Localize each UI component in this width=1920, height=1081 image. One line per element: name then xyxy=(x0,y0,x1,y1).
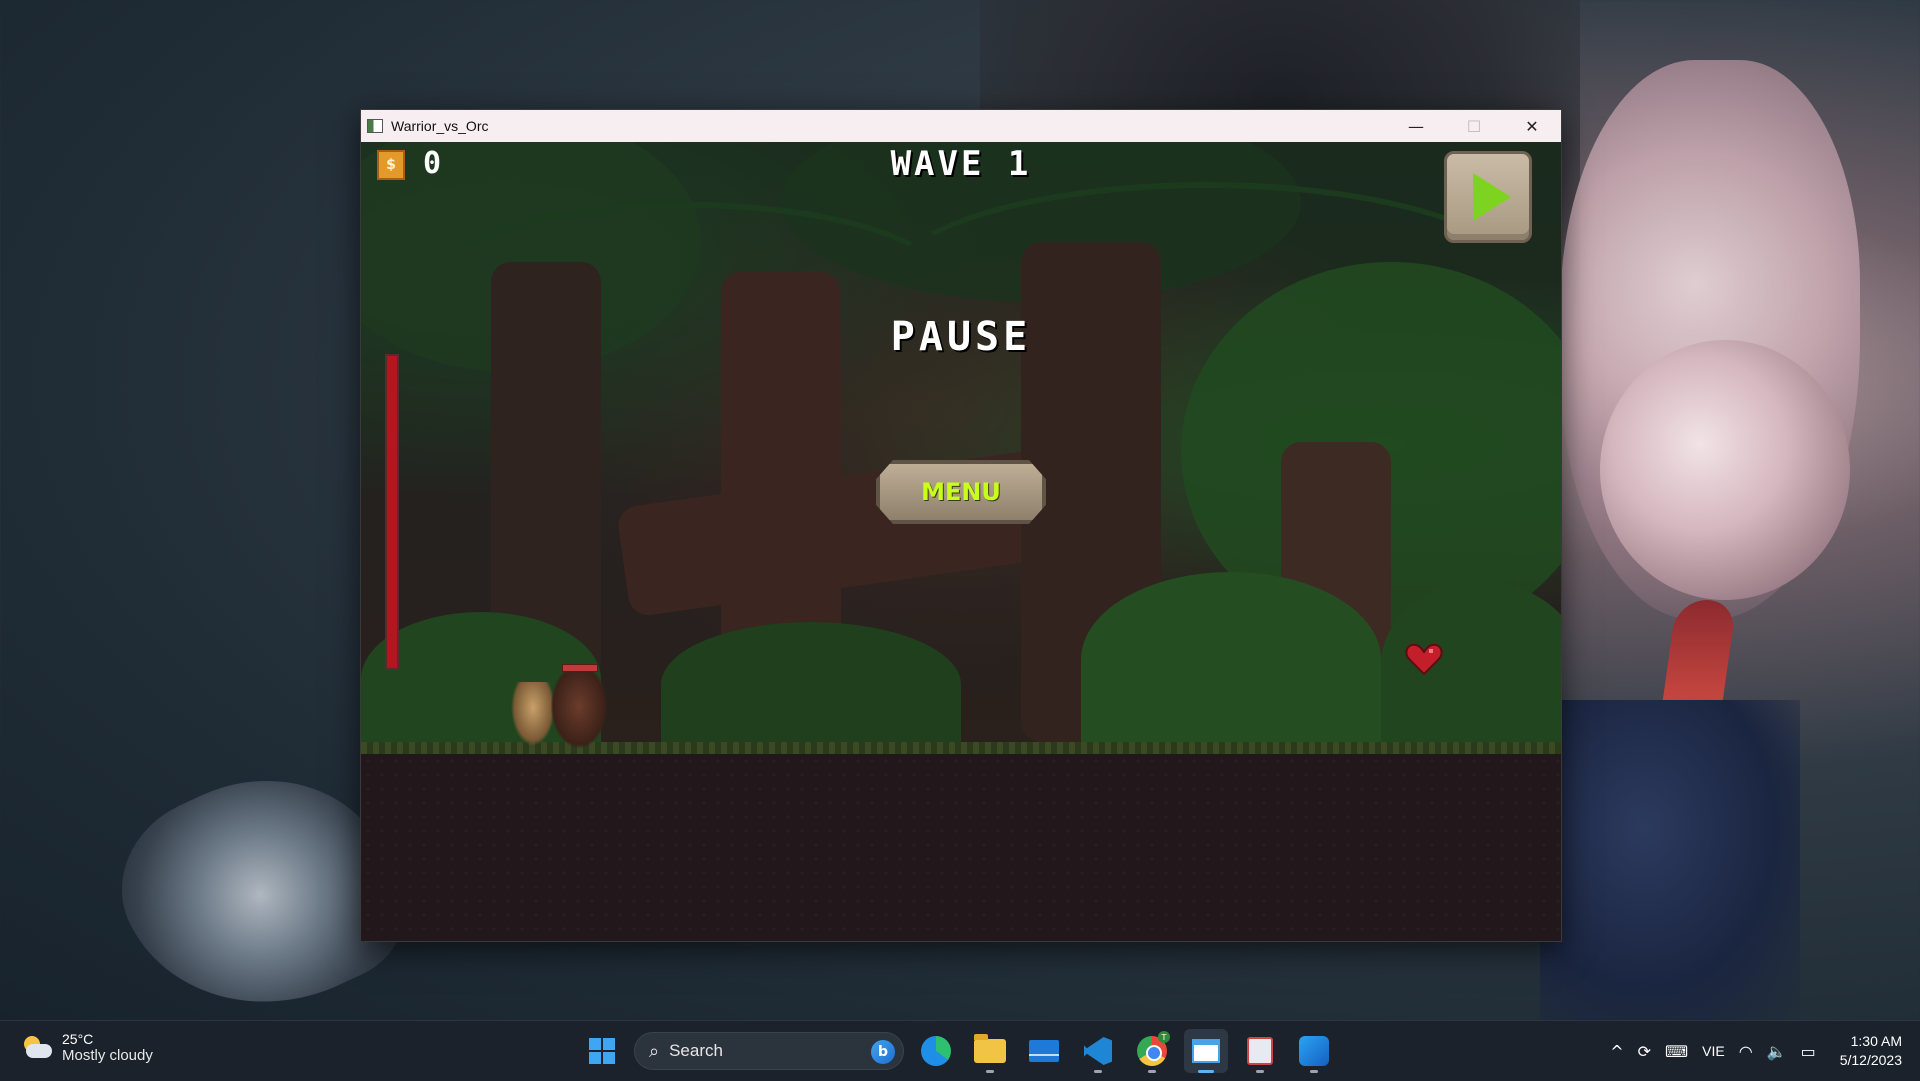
running-indicator xyxy=(1148,1070,1156,1073)
minimize-button[interactable]: — xyxy=(1387,110,1445,142)
running-indicator xyxy=(1094,1070,1102,1073)
start-button[interactable] xyxy=(580,1029,624,1073)
keyboard-icon[interactable]: ⌨ xyxy=(1665,1042,1688,1061)
system-tray: ^ ⟳ ⌨ VIE ◠ 🔈 ▭ 1:30 AM 5/12/2023 xyxy=(1610,1021,1920,1081)
sync-icon[interactable]: ⟳ xyxy=(1638,1042,1651,1061)
wave-label: WAVE 1 xyxy=(890,144,1032,184)
play-icon xyxy=(1473,173,1511,221)
wifi-icon[interactable]: ◠ xyxy=(1739,1042,1753,1061)
volume-icon[interactable]: 🔈 xyxy=(1767,1042,1787,1061)
taskbar-clock[interactable]: 1:30 AM 5/12/2023 xyxy=(1840,1032,1902,1070)
clock-time: 1:30 AM xyxy=(1850,1033,1902,1049)
show-hidden-icons-chevron-icon[interactable]: ^ xyxy=(1610,1042,1623,1061)
edge-icon xyxy=(921,1036,951,1066)
battery-icon[interactable]: ▭ xyxy=(1801,1042,1816,1061)
wallpaper-figure-hair-bun xyxy=(1600,340,1850,600)
foreground-bush xyxy=(1081,572,1381,747)
input-language[interactable]: VIE xyxy=(1702,1043,1725,1059)
pause-title: PAUSE xyxy=(890,314,1032,360)
taskbar-file-explorer[interactable] xyxy=(968,1029,1012,1073)
taskbar-paint[interactable] xyxy=(1292,1029,1336,1073)
running-indicator xyxy=(1310,1070,1318,1073)
orc-character xyxy=(551,672,607,748)
taskbar-search[interactable]: ⌕ Search b xyxy=(634,1032,904,1070)
menu-button[interactable]: MENU xyxy=(876,460,1046,524)
running-indicator xyxy=(986,1070,994,1073)
taskbar-mail[interactable] xyxy=(1022,1029,1066,1073)
taskbar-pinned-apps: ⌕ Search b T xyxy=(580,1027,1336,1075)
window-controls: — ☐ ✕ xyxy=(1387,110,1561,142)
clock-date: 5/12/2023 xyxy=(1839,1052,1902,1068)
coin-icon: $ xyxy=(377,150,405,180)
chrome-profile-badge: T xyxy=(1158,1031,1170,1043)
foreground-bush xyxy=(661,622,961,747)
search-label: Search xyxy=(669,1041,723,1060)
taskbar-edge[interactable] xyxy=(914,1029,958,1073)
taskbar-warrior-vs-orc[interactable] xyxy=(1184,1029,1228,1073)
window-titlebar[interactable]: Warrior_vs_Orc — ☐ ✕ xyxy=(361,110,1561,142)
forest-background xyxy=(361,142,1561,752)
ground-soil xyxy=(361,754,1561,941)
search-icon: ⌕ xyxy=(649,1040,660,1062)
weather-temperature: 25°C xyxy=(62,1031,94,1047)
menu-button-label: MENU xyxy=(921,478,1001,506)
coin-counter: 0 xyxy=(423,146,444,181)
partly-cloudy-icon xyxy=(20,1034,52,1062)
weather-widget[interactable]: 25°C Mostly cloudy xyxy=(20,1031,153,1064)
weather-description: Mostly cloudy xyxy=(62,1047,153,1064)
active-indicator xyxy=(1198,1070,1214,1073)
game-app-icon xyxy=(1192,1039,1220,1063)
taskbar-vscode[interactable] xyxy=(1076,1029,1120,1073)
game-canvas[interactable]: $ 0 WAVE 1 PAUSE MENU xyxy=(361,142,1561,941)
app-icon xyxy=(367,119,383,133)
orc-health-bar xyxy=(562,664,598,672)
bing-icon[interactable]: b xyxy=(871,1040,895,1064)
paint-icon xyxy=(1299,1036,1329,1066)
hanging-vine xyxy=(881,182,1533,394)
taskbar-snipping-tool[interactable] xyxy=(1238,1029,1282,1073)
snipping-tool-icon xyxy=(1247,1037,1273,1065)
taskbar: 25°C Mostly cloudy ⌕ Search b T ^ ⟳ ⌨ VI… xyxy=(0,1020,1920,1081)
maximize-button[interactable]: ☐ xyxy=(1445,110,1503,142)
health-bar-fill xyxy=(387,356,397,668)
taskbar-chrome[interactable]: T xyxy=(1130,1029,1174,1073)
game-window: Warrior_vs_Orc — ☐ ✕ $ 0 WAVE 1 PAUSE ME… xyxy=(360,109,1562,942)
windows-logo-icon xyxy=(589,1038,615,1064)
resume-button[interactable] xyxy=(1444,151,1532,243)
player-health-bar xyxy=(385,354,399,670)
vscode-icon xyxy=(1084,1037,1112,1065)
heart-pickup-icon xyxy=(1405,643,1443,676)
warrior-character xyxy=(511,682,555,746)
close-button[interactable]: ✕ xyxy=(1503,110,1561,142)
mail-icon xyxy=(1029,1040,1059,1062)
wallpaper-jacket xyxy=(1540,700,1800,1020)
folder-icon xyxy=(974,1034,1006,1063)
running-indicator xyxy=(1256,1070,1264,1073)
window-title: Warrior_vs_Orc xyxy=(391,118,489,134)
